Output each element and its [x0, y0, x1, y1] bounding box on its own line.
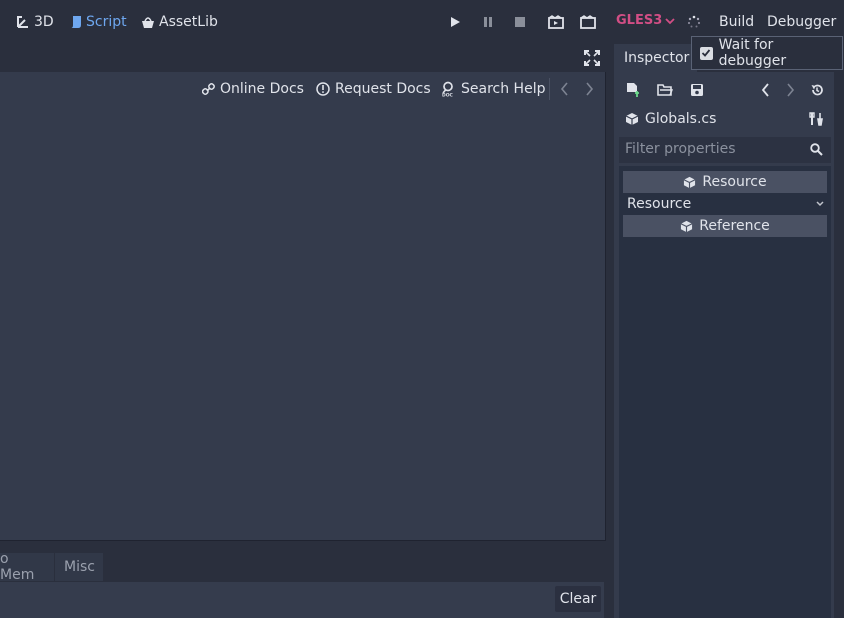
resource-property-label: Resource: [627, 196, 692, 212]
script-editor-area[interactable]: [0, 72, 606, 541]
script-icon: [70, 15, 82, 29]
checkmark-icon: [702, 49, 711, 57]
online-docs-button[interactable]: Online Docs: [202, 80, 304, 98]
chevron-down-icon: [665, 17, 675, 24]
wait-for-debugger-checkbox[interactable]: [700, 46, 713, 60]
tab-assetlib[interactable]: AssetLib: [141, 11, 218, 33]
clapperboard-icon: [548, 15, 564, 29]
object-properties-button[interactable]: [808, 111, 824, 127]
pause-button[interactable]: [479, 13, 497, 31]
editor-toolbar: [0, 44, 606, 72]
chevron-down-icon: [816, 201, 824, 207]
chevron-right-icon: [586, 82, 594, 96]
exclamation-circle-icon: [316, 82, 330, 96]
search-doc-icon: DOC: [442, 81, 454, 98]
play-custom-scene-button[interactable]: [579, 13, 597, 31]
tab-script[interactable]: Script: [70, 11, 127, 33]
tab-misc[interactable]: Misc: [55, 553, 103, 581]
update-spinner[interactable]: [685, 13, 703, 31]
wait-for-debugger-item[interactable]: Wait for debugger: [719, 37, 842, 69]
play-icon: [451, 17, 460, 27]
search-help-label: Search Help: [461, 81, 546, 97]
tab-3d[interactable]: 3D: [16, 11, 54, 33]
play-scene-button[interactable]: [547, 13, 565, 31]
pause-icon: [484, 17, 492, 27]
new-resource-button[interactable]: [624, 81, 642, 99]
tab-assetlib-label: AssetLib: [159, 14, 218, 30]
tab-video-mem[interactable]: o Mem: [0, 551, 54, 583]
new-file-icon: [627, 83, 639, 97]
save-resource-button[interactable]: [688, 81, 706, 99]
section-reference[interactable]: Reference: [623, 215, 827, 237]
spinner-icon: [687, 15, 701, 28]
section-resource[interactable]: Resource: [623, 171, 827, 193]
tab-video-mem-label: o Mem: [0, 551, 35, 583]
stop-button[interactable]: [511, 13, 529, 31]
debugger-panel-body: [0, 582, 604, 618]
build-menu[interactable]: Build: [719, 14, 754, 30]
chevron-left-icon: [761, 83, 769, 97]
save-icon: [691, 84, 703, 96]
renderer-label: GLES3: [616, 13, 663, 28]
expand-icon: [584, 50, 600, 66]
chevron-left-icon: [560, 82, 568, 96]
object-icon: [625, 113, 639, 125]
history-back-button[interactable]: [560, 82, 570, 96]
play-button[interactable]: [446, 13, 464, 31]
history-forward-button[interactable]: [584, 82, 594, 96]
dock-edge: [834, 72, 844, 618]
folder-open-icon: [657, 84, 673, 96]
object-name: Globals.cs: [645, 111, 717, 127]
object-history-button[interactable]: [808, 81, 826, 99]
tab-misc-label: Misc: [64, 559, 95, 575]
object-icon: [680, 220, 693, 232]
request-docs-label: Request Docs: [335, 81, 431, 97]
assetlib-icon: [141, 15, 155, 29]
chevron-right-icon: [787, 83, 795, 97]
section-reference-label: Reference: [699, 218, 770, 234]
history-next-button[interactable]: [781, 81, 799, 99]
tab-script-label: Script: [86, 14, 127, 30]
history-previous-button[interactable]: [757, 81, 775, 99]
resource-property-row[interactable]: Resource: [623, 193, 827, 215]
tab-3d-label: 3D: [34, 14, 54, 30]
search-icon: [810, 143, 823, 156]
clapperboard-custom-icon: [580, 15, 596, 29]
filter-placeholder: Filter properties: [625, 141, 736, 157]
clear-button[interactable]: Clear: [555, 586, 601, 612]
link-icon: [202, 82, 215, 95]
edited-object[interactable]: Globals.cs: [625, 111, 716, 127]
debugger-popup-menu: Wait for debugger: [691, 36, 843, 70]
history-icon: [811, 84, 823, 96]
load-resource-button[interactable]: [656, 81, 674, 99]
tab-inspector-label: Inspector: [624, 50, 690, 66]
request-docs-button[interactable]: Request Docs: [316, 80, 431, 98]
svg-text:DOC: DOC: [442, 93, 454, 98]
stop-icon: [515, 17, 525, 27]
online-docs-label: Online Docs: [220, 81, 304, 97]
renderer-selector[interactable]: GLES3: [616, 13, 675, 28]
tools-icon: [809, 112, 823, 126]
object-icon: [684, 176, 696, 188]
search-help-button[interactable]: DOC Search Help: [441, 80, 545, 98]
distraction-free-button[interactable]: [584, 50, 600, 66]
debugger-menu[interactable]: Debugger: [767, 14, 836, 30]
tab-inspector[interactable]: Inspector: [614, 44, 697, 72]
3d-transform-icon: [16, 15, 30, 29]
toolbar-separator: [549, 78, 550, 100]
section-resource-label: Resource: [702, 174, 767, 190]
